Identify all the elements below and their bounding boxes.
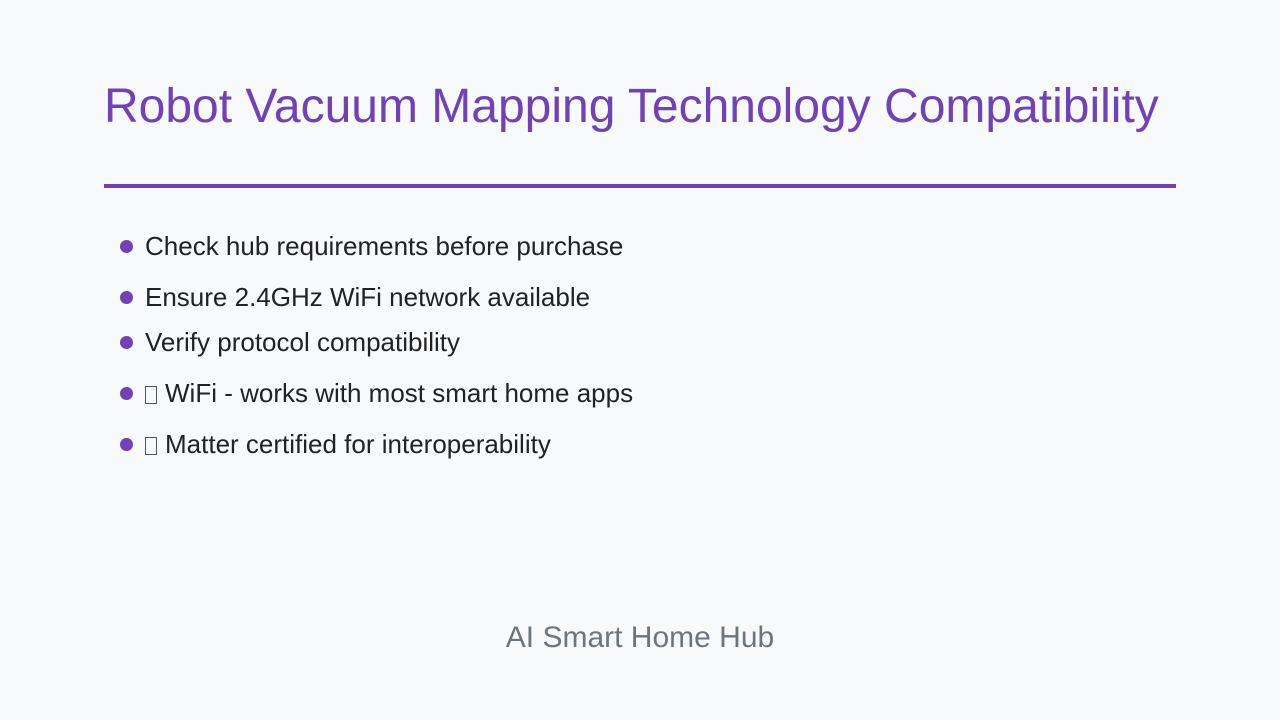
footer-brand: AI Smart Home Hub	[505, 621, 775, 654]
title-divider	[104, 184, 1176, 188]
bullet-dot-icon	[120, 438, 133, 451]
slide-title: Robot Vacuum Mapping Technology Compatib…	[104, 80, 1159, 133]
bullet-dot-icon	[120, 387, 133, 400]
bullet-dot-icon	[120, 336, 133, 349]
bullet-text: Ensure 2.4GHz WiFi network available	[145, 282, 591, 312]
missing-glyph-icon	[145, 386, 157, 404]
missing-glyph-icon	[145, 437, 157, 455]
bullet-text: WiFi - works with most smart home apps	[145, 377, 633, 409]
slide: Robot Vacuum Mapping Technology Compatib…	[0, 0, 1280, 720]
bullet-text: Verify protocol compatibility	[145, 327, 461, 357]
bullet-text: Check hub requirements before purchase	[145, 231, 624, 261]
bullet-dot-icon	[120, 240, 133, 253]
bullet-text: Matter certified for interoperability	[145, 428, 551, 460]
bullet-dot-icon	[120, 291, 133, 304]
